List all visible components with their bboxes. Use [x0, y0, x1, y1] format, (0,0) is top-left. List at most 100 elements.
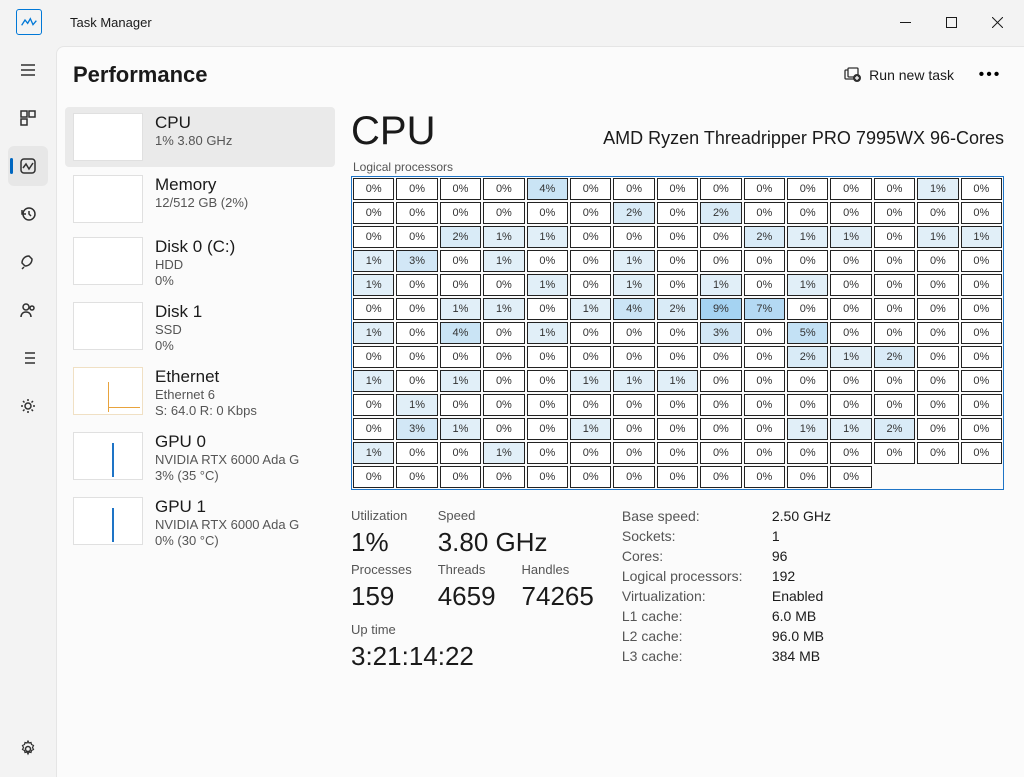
- core-cell: 3%: [700, 322, 741, 344]
- core-cell: 0%: [527, 298, 568, 320]
- core-cell: 1%: [787, 418, 828, 440]
- nav-app-history[interactable]: [8, 194, 48, 234]
- core-cell: 0%: [961, 250, 1002, 272]
- core-cell: 0%: [830, 466, 871, 488]
- core-cell: 0%: [527, 250, 568, 272]
- core-cell: 0%: [527, 394, 568, 416]
- close-button[interactable]: [974, 0, 1020, 44]
- core-cell: 1%: [917, 226, 958, 248]
- device-item-ethernet[interactable]: EthernetEthernet 6S: 64.0 R: 0 Kbps: [65, 361, 335, 424]
- device-item-gpu-0[interactable]: GPU 0NVIDIA RTX 6000 Ada G3% (35 °C): [65, 426, 335, 489]
- core-cell: 0%: [396, 274, 437, 296]
- nav-users[interactable]: [8, 290, 48, 330]
- core-cell: 0%: [961, 394, 1002, 416]
- core-cell: 2%: [700, 202, 741, 224]
- core-cell: 0%: [613, 178, 654, 200]
- stat-key: L2 cache:: [622, 628, 772, 644]
- nav-services[interactable]: [8, 386, 48, 426]
- core-cell: 0%: [917, 370, 958, 392]
- nav-rail: [0, 44, 56, 777]
- nav-settings[interactable]: [8, 729, 48, 769]
- stat-key: Virtualization:: [622, 588, 772, 604]
- core-cell: 1%: [440, 370, 481, 392]
- core-cell: 0%: [830, 322, 871, 344]
- core-cell: 0%: [830, 250, 871, 272]
- speed-label: Speed: [438, 508, 496, 523]
- core-cell: 0%: [744, 250, 785, 272]
- page-header: Performance Run new task •••: [57, 47, 1024, 103]
- core-cell: 1%: [440, 298, 481, 320]
- device-line1: Ethernet 6: [155, 387, 327, 402]
- device-line2: 0%: [155, 338, 327, 353]
- logical-processor-grid[interactable]: 0%0%0%0%4%0%0%0%0%0%0%0%0%1%0%0%0%0%0%0%…: [351, 176, 1004, 490]
- device-line1: SSD: [155, 322, 327, 337]
- device-thumb: [73, 367, 143, 415]
- device-item-disk-1[interactable]: Disk 1SSD0%: [65, 296, 335, 359]
- core-cell: 1%: [830, 418, 871, 440]
- core-cell: 0%: [570, 274, 611, 296]
- hamburger-button[interactable]: [8, 50, 48, 90]
- nav-performance[interactable]: [8, 146, 48, 186]
- core-cell: 0%: [396, 370, 437, 392]
- detail-title: CPU: [351, 109, 435, 154]
- cpu-model: AMD Ryzen Threadripper PRO 7995WX 96-Cor…: [455, 128, 1004, 149]
- stat-key: Base speed:: [622, 508, 772, 524]
- device-line1: NVIDIA RTX 6000 Ada G: [155, 452, 327, 467]
- core-cell: 0%: [396, 322, 437, 344]
- core-cell: 0%: [874, 202, 915, 224]
- device-thumb: [73, 237, 143, 285]
- core-cell: 0%: [744, 418, 785, 440]
- core-cell: 2%: [744, 226, 785, 248]
- core-cell: 0%: [961, 346, 1002, 368]
- stat-value: 96: [772, 548, 831, 564]
- core-cell: 0%: [353, 178, 394, 200]
- core-cell: 0%: [570, 466, 611, 488]
- stat-value: 384 MB: [772, 648, 831, 664]
- minimize-button[interactable]: [882, 0, 928, 44]
- proc-value: 159: [351, 581, 412, 612]
- stat-key: L1 cache:: [622, 608, 772, 624]
- device-item-disk-0-c-[interactable]: Disk 0 (C:)HDD0%: [65, 231, 335, 294]
- core-cell: 0%: [700, 370, 741, 392]
- device-item-gpu-1[interactable]: GPU 1NVIDIA RTX 6000 Ada G0% (30 °C): [65, 491, 335, 554]
- device-thumb: [73, 113, 143, 161]
- core-cell: 0%: [700, 394, 741, 416]
- core-cell: 0%: [917, 298, 958, 320]
- core-cell: 1%: [527, 226, 568, 248]
- device-name: GPU 0: [155, 432, 327, 452]
- core-cell: 1%: [787, 226, 828, 248]
- core-cell: 0%: [744, 370, 785, 392]
- big-stats: Utilization Speed 1% 3.80 GHz Processes …: [351, 508, 594, 672]
- core-cell: 0%: [874, 442, 915, 464]
- stat-value: Enabled: [772, 588, 831, 604]
- core-cell: 2%: [613, 202, 654, 224]
- core-cell: 1%: [830, 226, 871, 248]
- stat-key: Cores:: [622, 548, 772, 564]
- core-cell: 0%: [570, 442, 611, 464]
- device-item-cpu[interactable]: CPU1% 3.80 GHz: [65, 107, 335, 167]
- core-cell: 0%: [483, 202, 524, 224]
- device-item-memory[interactable]: Memory12/512 GB (2%): [65, 169, 335, 229]
- core-cell: 0%: [657, 418, 698, 440]
- core-cell: 0%: [396, 178, 437, 200]
- run-new-task-button[interactable]: Run new task: [833, 60, 964, 90]
- more-button[interactable]: •••: [972, 59, 1008, 91]
- core-cell: 0%: [787, 250, 828, 272]
- core-cell: 0%: [787, 466, 828, 488]
- nav-details[interactable]: [8, 338, 48, 378]
- run-new-task-label: Run new task: [869, 67, 954, 83]
- core-cell: 0%: [570, 394, 611, 416]
- device-name: GPU 1: [155, 497, 327, 517]
- nav-startup[interactable]: [8, 242, 48, 282]
- core-cell: 0%: [961, 370, 1002, 392]
- core-cell: 0%: [657, 346, 698, 368]
- core-cell: 0%: [830, 394, 871, 416]
- core-cell: 0%: [961, 298, 1002, 320]
- core-cell: 0%: [657, 250, 698, 272]
- maximize-button[interactable]: [928, 0, 974, 44]
- core-cell: 3%: [396, 418, 437, 440]
- core-cell: 2%: [787, 346, 828, 368]
- nav-processes[interactable]: [8, 98, 48, 138]
- core-cell: 0%: [917, 418, 958, 440]
- device-name: Disk 0 (C:): [155, 237, 327, 257]
